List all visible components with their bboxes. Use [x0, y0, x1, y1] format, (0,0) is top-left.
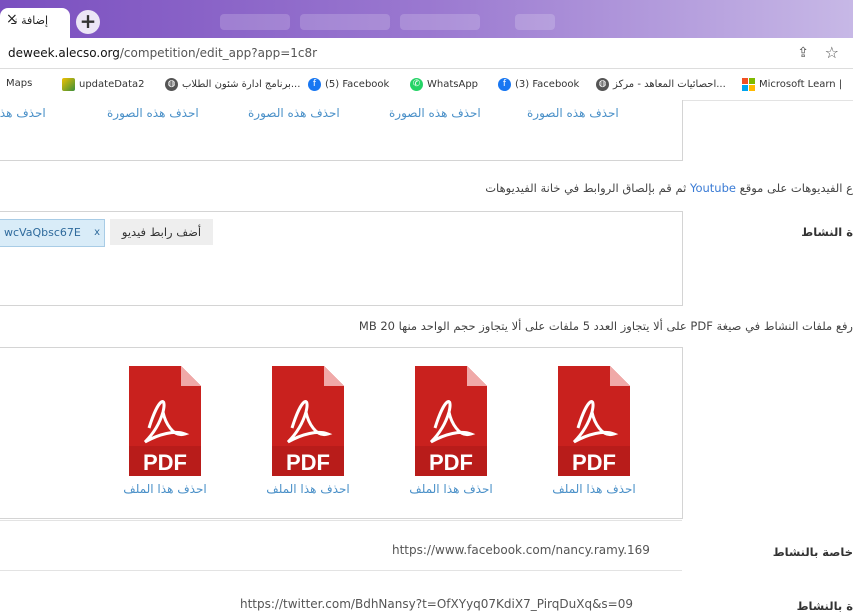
delete-file-link[interactable]: احذف هذا الملف [548, 482, 640, 496]
video-chip-text: wcVaQbsc67E [4, 226, 81, 239]
delete-file-link[interactable]: احذف هذا الملف [262, 482, 354, 496]
bookmark-label: WhatsApp [427, 79, 479, 90]
delete-image-link[interactable]: احذف هذه الصورة [0, 106, 46, 120]
url-host: deweek.alecso.org [8, 46, 120, 60]
bookmark-label: updateData2 [79, 79, 145, 90]
bookmark-facebook-3[interactable]: f (3) Facebook [498, 78, 579, 91]
videos-instruction-before: ع الفيديوهات على موقع [739, 181, 853, 195]
bookmark-star-icon[interactable]: ☆ [825, 43, 839, 62]
video-link-chip: wcVaQbsc67E x [0, 219, 105, 247]
delete-file-link[interactable]: احذف هذا الملف [405, 482, 497, 496]
pdf-file-icon[interactable]: PDF [129, 366, 201, 476]
divider [0, 570, 682, 571]
bookmark-student-affairs[interactable]: ◍ برنامج ادارة شئون الطلاب... [165, 78, 300, 91]
facebook-url-field[interactable]: https://www.facebook.com/nancy.ramy.169 [392, 543, 650, 557]
page-content: احذف هذه الصورة احذف هذه الصورة احذف هذه… [0, 100, 853, 612]
bookmark-microsoft-learn[interactable]: Microsoft Learn | [742, 78, 842, 91]
microsoft-icon [742, 78, 755, 91]
bookmark-updatedata2[interactable]: updateData2 [62, 78, 144, 91]
globe-icon: ◍ [165, 78, 178, 91]
facebook-icon: f [308, 78, 321, 91]
pdf-label: PDF [143, 450, 187, 475]
pdf-label: PDF [429, 450, 473, 475]
pdf-file-item: PDF احذف هذا الملف [262, 366, 352, 496]
bookmarks-bar: Maps updateData2 ◍ برنامج ادارة شئون الط… [0, 69, 853, 101]
bookmark-label: احصائيات المعاهد - مركز... [613, 79, 726, 90]
videos-instruction: ع الفيديوهات على موقع Youtube ثم قم بإلص… [485, 181, 853, 195]
pdf-file-icon[interactable]: PDF [558, 366, 630, 476]
twitter-url-field[interactable]: https://twitter.com/BdhNansy?t=OfXYyq07K… [240, 597, 633, 611]
delete-file-link[interactable]: احذف هذا الملف [119, 482, 211, 496]
videos-instruction-after: ثم قم بإلصاق الروابط في خانة الفيديوهات [485, 181, 687, 195]
url-text[interactable]: deweek.alecso.org/competition/edit_app?a… [8, 46, 317, 60]
screenshot-frame: × إضافة نـ + deweek.alecso.org/competiti… [0, 0, 853, 612]
pdf-file-item: PDF احذف هذا الملف [119, 366, 209, 496]
delete-image-link[interactable]: احذف هذه الصورة [527, 106, 619, 120]
new-tab-button[interactable]: + [76, 10, 100, 34]
bookmark-label: Microsoft Learn | [759, 79, 843, 90]
bookmark-label: Maps [6, 78, 33, 89]
bookmark-facebook-5[interactable]: f (5) Facebook [308, 78, 389, 91]
globe-icon: ◍ [596, 78, 609, 91]
bookmark-whatsapp[interactable]: ✆ WhatsApp [410, 78, 478, 91]
tab-active[interactable]: × إضافة نـ [0, 8, 70, 38]
bookmark-maps[interactable]: Maps [6, 78, 32, 89]
tab-title: إضافة نـ [11, 14, 48, 27]
pdf-label: PDF [572, 450, 616, 475]
url-path: /competition/edit_app?app=1c8r [119, 46, 318, 60]
image-icon [62, 78, 75, 91]
images-box: احذف هذه الصورة احذف هذه الصورة احذف هذه… [0, 100, 683, 161]
tab-blurred[interactable] [220, 14, 290, 30]
pdf-file-icon[interactable]: PDF [272, 366, 344, 476]
bookmark-label: (5) Facebook [325, 79, 390, 90]
facebook-field-label: خاصة بالنشاط [772, 545, 853, 559]
bookmark-label: (3) Facebook [515, 79, 580, 90]
twitter-field-label: ة بالنشاط [796, 599, 853, 612]
bookmark-institutes-stats[interactable]: ◍ احصائيات المعاهد - مركز... [596, 78, 726, 91]
divider [0, 520, 682, 521]
browser-tab-strip: × إضافة نـ + [0, 0, 853, 38]
whatsapp-icon: ✆ [410, 78, 423, 91]
tab-blurred[interactable] [515, 14, 555, 30]
pdf-file-icon[interactable]: PDF [415, 366, 487, 476]
youtube-link[interactable]: Youtube [690, 181, 736, 195]
share-icon[interactable]: ⇪ [797, 45, 809, 61]
files-instruction: رفع ملفات النشاط في صيغة PDF على ألا يتج… [358, 319, 853, 333]
address-bar[interactable]: deweek.alecso.org/competition/edit_app?a… [0, 38, 853, 69]
delete-image-link[interactable]: احذف هذه الصورة [107, 106, 199, 120]
pdf-file-item: PDF احذف هذا الملف [405, 366, 495, 496]
delete-image-link[interactable]: احذف هذه الصورة [389, 106, 481, 120]
tab-blurred[interactable] [300, 14, 390, 30]
videos-field-label: ة النشاط [801, 225, 853, 239]
delete-image-link[interactable]: احذف هذه الصورة [248, 106, 340, 120]
pdf-label: PDF [286, 450, 330, 475]
chip-remove-button[interactable]: x [94, 220, 100, 246]
pdf-file-item: PDF احذف هذا الملف [548, 366, 638, 496]
add-video-link-input[interactable]: أضف رابط فيديو [110, 219, 213, 245]
tab-blurred[interactable] [400, 14, 480, 30]
facebook-icon: f [498, 78, 511, 91]
bookmark-label: برنامج ادارة شئون الطلاب... [182, 79, 301, 90]
